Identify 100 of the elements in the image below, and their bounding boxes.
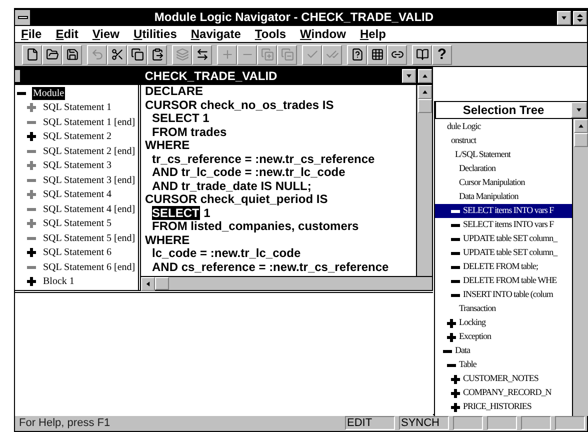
code-line: WHERE: [145, 234, 190, 247]
tree-row[interactable]: COMPANY_RECORD_N: [435, 386, 572, 400]
tree-item[interactable]: Block 1: [42, 275, 76, 288]
tree-row[interactable]: SELECT items INTO vars F: [435, 218, 572, 232]
tree-row[interactable]: Table: [435, 358, 572, 372]
tree-item[interactable]: SQL Statement 1: [42, 101, 113, 114]
tree-row[interactable]: onstruct: [435, 134, 572, 148]
tree-item-label: SELECT items INTO vars F: [463, 218, 554, 232]
toolbar-button[interactable]: [147, 44, 167, 64]
minimize-icon[interactable]: [557, 10, 571, 24]
tree-item[interactable]: SQL Statement 2 [end]: [42, 144, 136, 158]
toolbar-button[interactable]: [347, 44, 367, 64]
menu-item[interactable]: Help: [360, 26, 386, 42]
tree-item[interactable]: SQL Statement 3: [42, 159, 113, 172]
code-line: SELECT 1: [152, 112, 210, 126]
plus-icon[interactable]: [27, 248, 36, 258]
tree-item-label: dule Logic: [447, 120, 481, 134]
horizontal-scrollbar[interactable]: [141, 276, 432, 290]
tree-item[interactable]: SQL Statement 5 [end]: [42, 232, 136, 245]
tree-row[interactable]: CUSTOMER_NOTES: [435, 372, 572, 386]
toolbar-button[interactable]: [192, 44, 212, 64]
plus-icon[interactable]: [447, 318, 456, 328]
tree-item-label: Transaction: [459, 302, 496, 316]
plus-icon[interactable]: [27, 277, 36, 286]
toolbar-button[interactable]: [367, 44, 387, 64]
tree-item-label: Locking: [459, 316, 486, 330]
code-line: FROM trades: [152, 126, 227, 139]
tree-row[interactable]: Exception: [435, 330, 572, 344]
code-line: CURSOR check_quiet_period IS: [145, 193, 328, 206]
plus-icon[interactable]: [447, 332, 456, 342]
tree-row[interactable]: dule Logic: [435, 120, 572, 134]
tree-item[interactable]: Module: [32, 86, 66, 100]
scroll-thumb[interactable]: [574, 133, 588, 147]
tree-item[interactable]: SQL Statement 4: [42, 188, 113, 202]
tree-item[interactable]: SQL Statement 1 [end]: [42, 116, 136, 129]
plus-icon[interactable]: [27, 132, 36, 142]
code-line: AND tr_trade_date IS NULL;: [152, 180, 312, 193]
tree-row[interactable]: UPDATE table SET column_: [435, 232, 572, 246]
toolbar-button[interactable]: ?: [432, 44, 452, 64]
maximize-icon[interactable]: [418, 69, 432, 83]
code-line: tr_cs_reference = :new.tr_cs_reference: [152, 152, 375, 166]
tree-row[interactable]: INSERT INTO table (colum: [435, 288, 572, 302]
vertical-scrollbar[interactable]: [572, 119, 588, 416]
tree-row[interactable]: PRICE_HISTORIES: [435, 400, 572, 414]
save-icon: [66, 48, 78, 61]
minimize-icon[interactable]: [402, 69, 416, 83]
vertical-scrollbar[interactable]: [416, 85, 432, 276]
tree-item-label: UPDATE table SET column_: [463, 246, 558, 260]
menu-item[interactable]: File: [21, 26, 42, 42]
tree-item[interactable]: SQL Statement 6: [42, 246, 113, 260]
toolbar-button[interactable]: [387, 44, 407, 64]
menu-item[interactable]: View: [92, 26, 120, 42]
toolbar-button[interactable]: [107, 44, 127, 64]
tree-item[interactable]: SQL Statement 4 [end]: [42, 202, 136, 216]
restore-icon[interactable]: [573, 10, 587, 24]
tree-item-label: SELECT items INTO vars F: [463, 204, 554, 218]
scroll-thumb[interactable]: [418, 99, 432, 113]
toolbar-button[interactable]: [412, 44, 432, 64]
undo-icon: [90, 48, 104, 61]
toolbar-button[interactable]: [62, 44, 82, 64]
tree-item-label: DELETE FROM table;: [463, 260, 538, 274]
plus-icon[interactable]: [451, 402, 460, 412]
tree-item-label: Table: [459, 358, 476, 372]
paste-icon: [150, 48, 164, 61]
tree-row[interactable]: Transaction: [435, 302, 572, 316]
window-title: Module Logic Navigator - CHECK_TRADE_VALID: [153, 10, 435, 25]
plus-icon[interactable]: [451, 388, 460, 398]
tree-row[interactable]: SELECT items INTO vars F: [435, 204, 572, 218]
cut-icon: [110, 48, 124, 61]
tree-row[interactable]: DELETE FROM table;: [435, 260, 572, 274]
tree-row[interactable]: L/SQL Statement: [435, 148, 572, 162]
menu-item[interactable]: Tools: [254, 26, 286, 42]
code-line: DECLARE: [145, 85, 204, 98]
toolbar-button[interactable]: [127, 44, 147, 64]
tree-row[interactable]: UPDATE table SET column_: [435, 246, 572, 260]
tree-row[interactable]: Data Manipulation: [435, 190, 572, 204]
toolbar-button[interactable]: [22, 44, 42, 64]
menu-item[interactable]: Edit: [56, 26, 78, 42]
new-icon: [26, 48, 38, 61]
tree-item[interactable]: SQL Statement 5: [42, 217, 113, 230]
tree-item[interactable]: SQL Statement 3 [end]: [42, 174, 136, 187]
tree-item[interactable]: SQL Statement 2: [42, 130, 113, 144]
plus-icon[interactable]: [451, 374, 460, 384]
code-line: FROM listed_companies, customers: [152, 220, 359, 234]
tree-row[interactable]: Declaration: [435, 162, 572, 176]
toolbar-button[interactable]: [42, 44, 62, 64]
code-line: WHERE: [145, 139, 190, 152]
tree-row[interactable]: Data: [435, 344, 572, 358]
menu-item[interactable]: Navigate: [190, 26, 241, 42]
tree-row[interactable]: Cursor Manipulation: [435, 176, 572, 190]
menu-item[interactable]: Utilities: [134, 26, 177, 42]
tree-row[interactable]: Locking: [435, 316, 572, 330]
grid-icon: [370, 48, 384, 61]
tree-item-label: Exception: [459, 330, 491, 344]
tree-item[interactable]: SQL Statement 6 [end]: [42, 260, 136, 274]
scroll-thumb[interactable]: [155, 277, 169, 290]
tree-item-label: UPDATE table SET column_: [463, 232, 558, 246]
add-icon: [220, 48, 234, 61]
tree-row[interactable]: DELETE FROM table WHE: [435, 274, 572, 288]
menu-item[interactable]: Window: [300, 26, 346, 42]
